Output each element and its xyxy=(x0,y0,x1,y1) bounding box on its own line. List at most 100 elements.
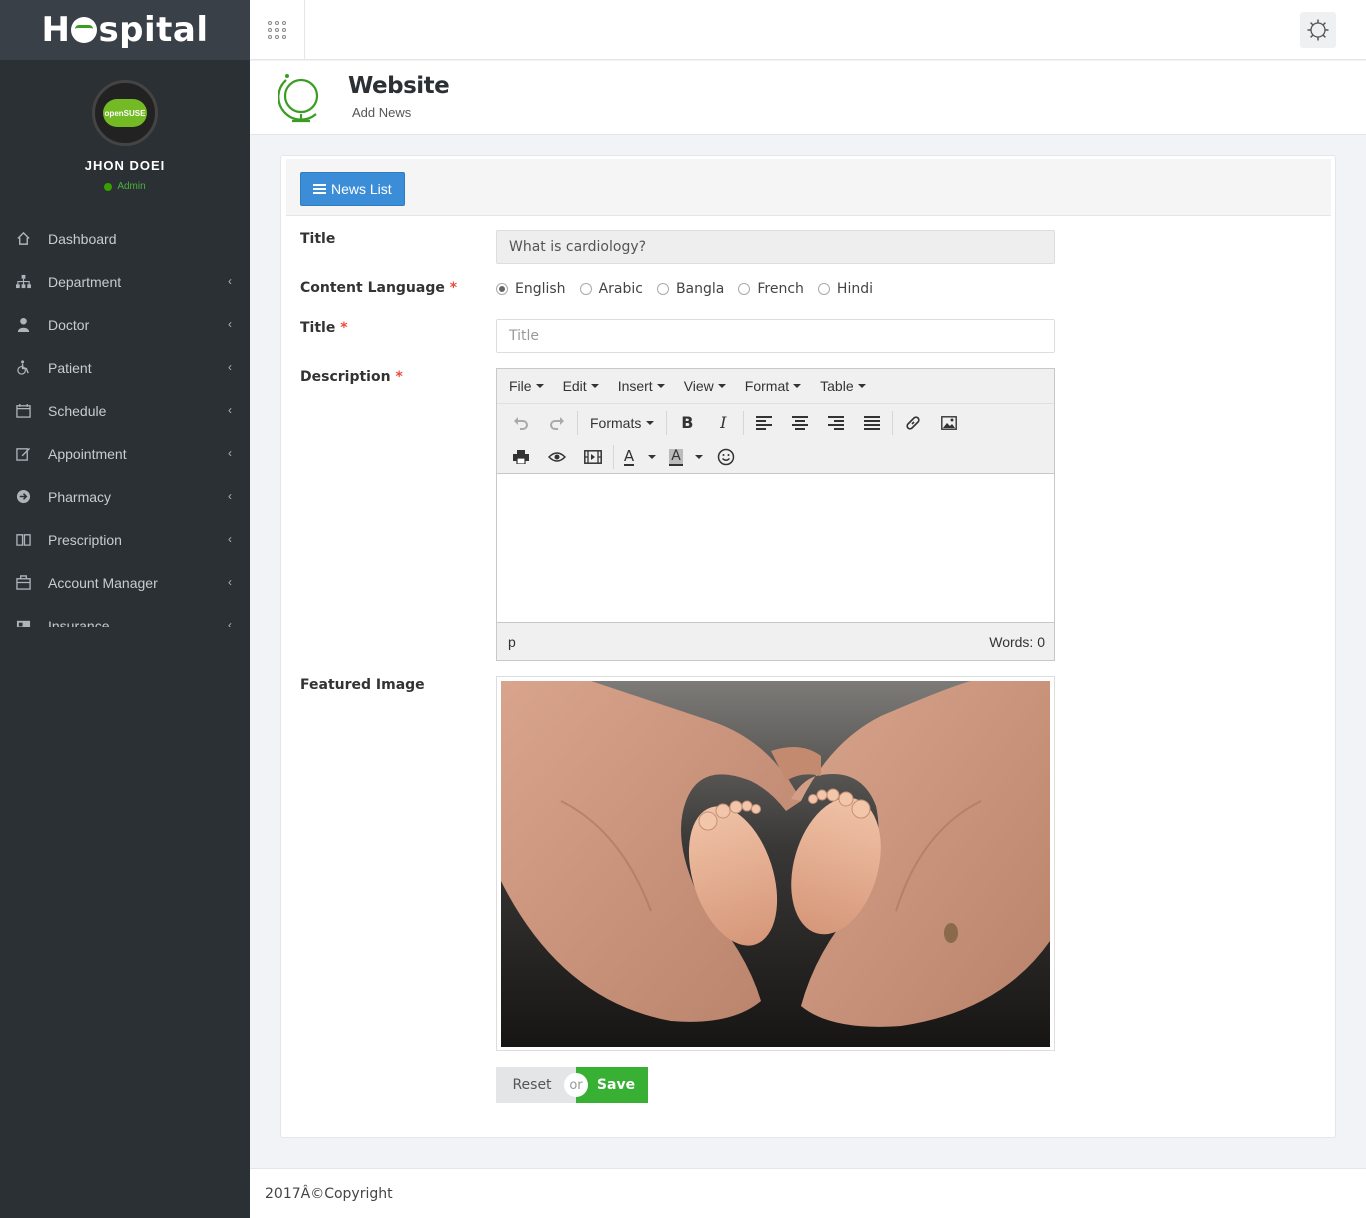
radio-label: Arabic xyxy=(598,281,643,297)
caret-down-icon xyxy=(590,384,599,388)
link-button[interactable] xyxy=(895,409,931,437)
radio-french[interactable]: French xyxy=(738,281,804,297)
news-list-button[interactable]: News List xyxy=(300,172,405,206)
print-icon xyxy=(513,450,529,464)
brand-logo[interactable]: H spital xyxy=(0,0,250,60)
menu-file[interactable]: File xyxy=(509,378,544,394)
image-icon xyxy=(941,415,958,430)
sidebar-item-patient[interactable]: Patient ‹ xyxy=(0,346,250,389)
sidebar-item-label: Appointment xyxy=(48,445,127,462)
bold-button[interactable]: B xyxy=(669,409,705,437)
content-language-text: Content Language xyxy=(300,280,445,296)
apps-grid-icon xyxy=(268,21,286,39)
featured-image xyxy=(501,681,1050,1047)
settings-button[interactable] xyxy=(1300,12,1336,48)
italic-button[interactable]: I xyxy=(705,409,741,437)
sidebar-item-label: Doctor xyxy=(48,316,90,333)
eye-icon xyxy=(548,452,566,462)
sidebar-item-label: Prescription xyxy=(48,531,122,548)
sidebar-item-label: Department xyxy=(48,273,122,290)
title-input[interactable] xyxy=(496,230,1055,264)
element-path[interactable]: p xyxy=(508,634,516,650)
text-color-dropdown[interactable] xyxy=(642,443,662,471)
radio-arabic[interactable]: Arabic xyxy=(579,281,643,297)
chevron-left-icon: ‹ xyxy=(228,317,232,331)
align-center-button[interactable] xyxy=(782,409,818,437)
align-justify-button[interactable] xyxy=(854,409,890,437)
title-label: Title xyxy=(300,231,336,247)
text-color-button[interactable]: A xyxy=(616,443,642,471)
globe-icon xyxy=(277,70,324,131)
align-justify-icon xyxy=(864,415,881,430)
radio-bangla[interactable]: Bangla xyxy=(656,281,724,297)
image-button[interactable] xyxy=(931,409,967,437)
align-right-icon xyxy=(828,415,845,430)
sidebar-item-appointment[interactable]: Appointment ‹ xyxy=(0,432,250,475)
radio-hindi[interactable]: Hindi xyxy=(817,281,873,297)
print-button[interactable] xyxy=(503,443,539,471)
sidebar-item-doctor[interactable]: Doctor ‹ xyxy=(0,303,250,346)
sidebar-item-department[interactable]: Department ‹ xyxy=(0,260,250,303)
editor-statusbar: p Words: 0 xyxy=(497,624,1054,660)
media-button[interactable] xyxy=(575,443,611,471)
title2-input[interactable] xyxy=(496,319,1055,353)
menu-insert[interactable]: Insert xyxy=(618,378,665,394)
chevron-left-icon: ‹ xyxy=(228,446,232,460)
radio-button-checked[interactable] xyxy=(496,283,508,295)
menu-label: Format xyxy=(744,378,790,394)
content-language-label: Content Language * xyxy=(300,280,457,296)
caret-down-icon xyxy=(648,455,656,459)
sidebar-item-dashboard[interactable]: Dashboard xyxy=(0,217,250,260)
align-right-button[interactable] xyxy=(818,409,854,437)
emoticons-button[interactable] xyxy=(708,443,744,471)
sidebar-item-label: Pharmacy xyxy=(48,488,112,505)
featured-image-label: Featured Image xyxy=(300,677,425,693)
sidebar-item-pharmacy[interactable]: Pharmacy ‹ xyxy=(0,475,250,518)
background-color-button[interactable]: A xyxy=(662,443,690,471)
caret-down-icon xyxy=(535,384,544,388)
radio-english[interactable]: English xyxy=(496,281,566,297)
editor-content-area[interactable] xyxy=(497,473,1054,623)
sidebar-item-prescription[interactable]: Prescription ‹ xyxy=(0,518,250,561)
menu-format[interactable]: Format xyxy=(744,378,802,394)
caret-down-icon xyxy=(793,384,802,388)
avatar-logo: openSUSE xyxy=(103,99,147,127)
menu-edit[interactable]: Edit xyxy=(563,378,599,394)
sidebar-item-account-manager[interactable]: Account Manager ‹ xyxy=(0,561,250,604)
menu-table[interactable]: Table xyxy=(820,378,866,394)
smiley-icon xyxy=(717,448,735,466)
sidebar-item-label: Dashboard xyxy=(48,230,117,247)
undo-button[interactable] xyxy=(503,409,539,437)
redo-button[interactable] xyxy=(539,409,575,437)
copyright-text: 2017Â©Copyright xyxy=(265,1185,393,1202)
radio-button[interactable] xyxy=(656,283,669,295)
editor-toolbar-row-1: Formats B I xyxy=(497,404,1054,441)
radio-button[interactable] xyxy=(817,283,830,295)
align-left-button[interactable] xyxy=(746,409,782,437)
align-center-icon xyxy=(792,415,809,430)
background-color-dropdown[interactable] xyxy=(690,443,708,471)
chevron-left-icon: ‹ xyxy=(228,618,232,627)
avatar[interactable]: openSUSE xyxy=(92,80,158,146)
edit-icon xyxy=(15,445,32,462)
featured-image-frame[interactable] xyxy=(496,676,1055,1051)
background-color-icon: A xyxy=(669,447,683,466)
chevron-left-icon: ‹ xyxy=(228,360,232,374)
user-role: Admin xyxy=(0,181,250,192)
preview-button[interactable] xyxy=(539,443,575,471)
user-md-icon xyxy=(15,316,32,333)
menu-view[interactable]: View xyxy=(684,378,726,394)
sidebar-item-schedule[interactable]: Schedule ‹ xyxy=(0,389,250,432)
apps-menu-button[interactable] xyxy=(250,0,305,60)
sidebar-nav: Dashboard Department ‹ Doctor ‹ Patient … xyxy=(0,217,250,627)
editor-toolbar-row-2: A A xyxy=(497,441,1054,473)
sidebar-item-insurance[interactable]: Insurance ‹ xyxy=(0,604,250,627)
user-role-label: Admin xyxy=(117,181,146,192)
radio-button[interactable] xyxy=(579,283,592,295)
radio-button[interactable] xyxy=(738,283,751,295)
formats-dropdown[interactable]: Formats xyxy=(580,409,664,437)
editor-menubar: File Edit Insert View Format Table xyxy=(497,369,1054,404)
wheelchair-icon xyxy=(15,359,32,376)
film-icon xyxy=(584,450,602,464)
sidebar: H spital openSUSE JHON DOEI Admin Dashbo… xyxy=(0,0,250,1218)
